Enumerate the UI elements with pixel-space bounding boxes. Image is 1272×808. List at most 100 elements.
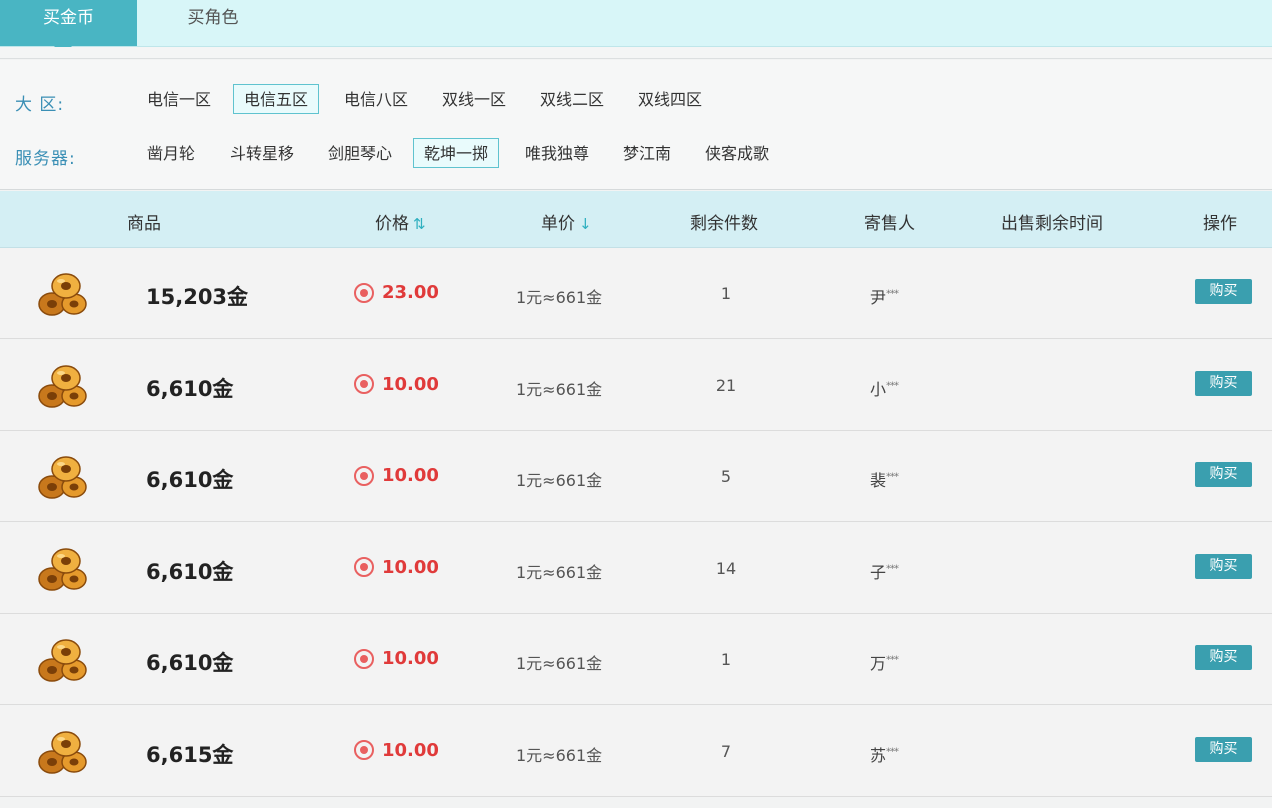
seller-initial: 尹 — [870, 288, 887, 307]
buy-button[interactable]: 购买 — [1195, 553, 1252, 579]
sort-both-icon[interactable]: ⇅ — [413, 215, 426, 233]
seller-mask: *** — [886, 746, 899, 758]
tab-buy-character[interactable]: 买角色 — [137, 0, 289, 46]
table-row: 15,203金 23.00 1元≈661金 1 尹*** 购买 — [0, 248, 1272, 339]
price-value: 10.00 — [382, 648, 439, 669]
unit-price: 1元≈661金 — [516, 471, 603, 490]
header-action: 操作 — [1203, 214, 1237, 234]
seller-name: 尹*** — [870, 284, 899, 308]
region-filter-row: 大 区: 电信一区 电信五区 电信八区 双线一区 双线二区 双线四区 — [0, 84, 1272, 116]
server-filter-row: 服务器: 凿月轮 斗转星移 剑胆琴心 乾坤一掷 唯我独尊 梦江南 侠客成歌 — [0, 138, 1272, 170]
remaining-qty: 5 — [720, 467, 732, 486]
gold-amount: 6,610金 — [146, 559, 234, 584]
price: 10.00 — [354, 374, 439, 395]
header-price[interactable]: 价格 ⇅ — [375, 209, 426, 234]
price: 10.00 — [354, 740, 439, 761]
header-unit-price-label: 单价 — [541, 214, 575, 234]
price-coin-icon — [354, 465, 374, 486]
price-coin-icon — [354, 557, 374, 577]
seller-mask: *** — [886, 654, 899, 666]
server-option[interactable]: 凿月轮 — [136, 138, 206, 168]
price-value: 10.00 — [382, 556, 439, 578]
price-coin-icon — [354, 648, 374, 669]
seller-initial: 苏 — [870, 745, 887, 765]
price-coin-icon — [354, 282, 374, 303]
price: 10.00 — [354, 465, 439, 486]
price-value: 10.00 — [382, 465, 439, 486]
price-value: 10.00 — [382, 739, 439, 761]
seller-name: 万*** — [870, 650, 899, 674]
seller-mask: *** — [886, 563, 899, 575]
buy-button[interactable]: 购买 — [1195, 370, 1252, 396]
gold-amount: 6,610金 — [146, 651, 234, 675]
header-unit-price[interactable]: 单价 ↓ — [541, 209, 592, 234]
gold-coin-icon — [38, 273, 87, 316]
server-option[interactable]: 唯我独尊 — [514, 138, 600, 168]
server-label: 服务器: — [15, 149, 76, 169]
gold-coin-icon — [38, 730, 87, 774]
seller-mask: *** — [886, 288, 899, 300]
header-item: 商品 — [127, 214, 161, 234]
table-row: 6,610金 10.00 1元≈661金 1 万*** 购买 — [0, 614, 1272, 705]
price-value: 10.00 — [382, 373, 439, 395]
price: 23.00 — [354, 282, 439, 303]
seller-name: 苏*** — [870, 742, 899, 766]
server-option[interactable]: 斗转星移 — [219, 138, 305, 168]
sort-down-icon[interactable]: ↓ — [579, 215, 592, 233]
unit-price: 1元≈661金 — [516, 654, 603, 673]
tab-bar: 买金币 买角色 — [0, 0, 1272, 55]
tab-buy-gold[interactable]: 买金币 — [0, 0, 137, 55]
unit-price: 1元≈661金 — [516, 745, 603, 765]
header-seller: 寄售人 — [864, 214, 915, 234]
separator — [0, 47, 1272, 59]
region-option[interactable]: 电信八区 — [333, 84, 419, 114]
seller-name: 子*** — [870, 559, 899, 583]
region-option[interactable]: 双线一区 — [431, 84, 517, 114]
filter-panel: 大 区: 电信一区 电信五区 电信八区 双线一区 双线二区 双线四区 服务器: … — [0, 60, 1272, 190]
price-coin-icon — [354, 374, 374, 394]
seller-name: 裴*** — [870, 467, 899, 491]
region-option-selected[interactable]: 电信五区 — [233, 84, 320, 114]
seller-initial: 小 — [870, 379, 887, 399]
unit-price: 1元≈661金 — [516, 562, 603, 582]
gold-coin-icon — [38, 639, 87, 682]
price-coin-icon — [354, 740, 374, 760]
header-price-label: 价格 — [375, 214, 409, 234]
gold-coin-icon — [38, 456, 87, 499]
seller-initial: 裴 — [870, 471, 887, 490]
gold-amount: 15,203金 — [146, 285, 249, 309]
gold-coin-icon — [38, 364, 87, 408]
remaining-qty: 14 — [715, 558, 737, 578]
server-option[interactable]: 梦江南 — [612, 138, 682, 168]
header-remaining: 剩余件数 — [690, 214, 758, 234]
seller-name: 小*** — [870, 376, 899, 400]
remaining-qty: 21 — [715, 375, 737, 395]
buy-button[interactable]: 购买 — [1195, 645, 1252, 670]
table-row: 6,615金 10.00 1元≈661金 7 苏*** 购买 — [0, 705, 1272, 797]
server-option-selected[interactable]: 乾坤一掷 — [413, 138, 500, 168]
buy-button[interactable]: 购买 — [1195, 462, 1252, 487]
region-option[interactable]: 双线四区 — [627, 84, 713, 114]
region-option[interactable]: 双线二区 — [529, 84, 615, 114]
buy-button[interactable]: 购买 — [1195, 279, 1252, 304]
table-row: 6,610金 10.00 1元≈661金 5 裴*** 购买 — [0, 431, 1272, 522]
table-header: 商品 价格 ⇅ 单价 ↓ 剩余件数 寄售人 出售剩余时间 操作 — [0, 191, 1272, 248]
unit-price: 1元≈661金 — [516, 379, 603, 399]
seller-initial: 万 — [870, 654, 887, 673]
region-option[interactable]: 电信一区 — [136, 84, 222, 114]
gold-amount: 6,610金 — [146, 468, 234, 492]
table-row: 6,610金 10.00 1元≈661金 21 小*** 购买 — [0, 339, 1272, 431]
price: 10.00 — [354, 648, 439, 669]
buy-button[interactable]: 购买 — [1195, 736, 1252, 762]
seller-mask: *** — [886, 380, 899, 392]
server-option[interactable]: 剑胆琴心 — [317, 138, 403, 168]
seller-mask: *** — [886, 471, 899, 483]
seller-initial: 子 — [870, 562, 887, 582]
price-value: 23.00 — [382, 282, 439, 303]
price: 10.00 — [354, 557, 439, 578]
region-label: 大 区: — [15, 95, 65, 115]
gold-amount: 6,615金 — [146, 742, 234, 767]
server-option[interactable]: 侠客成歌 — [694, 138, 780, 168]
header-time-left: 出售剩余时间 — [1001, 214, 1103, 234]
table-row: 6,610金 10.00 1元≈661金 14 子*** 购买 — [0, 522, 1272, 614]
